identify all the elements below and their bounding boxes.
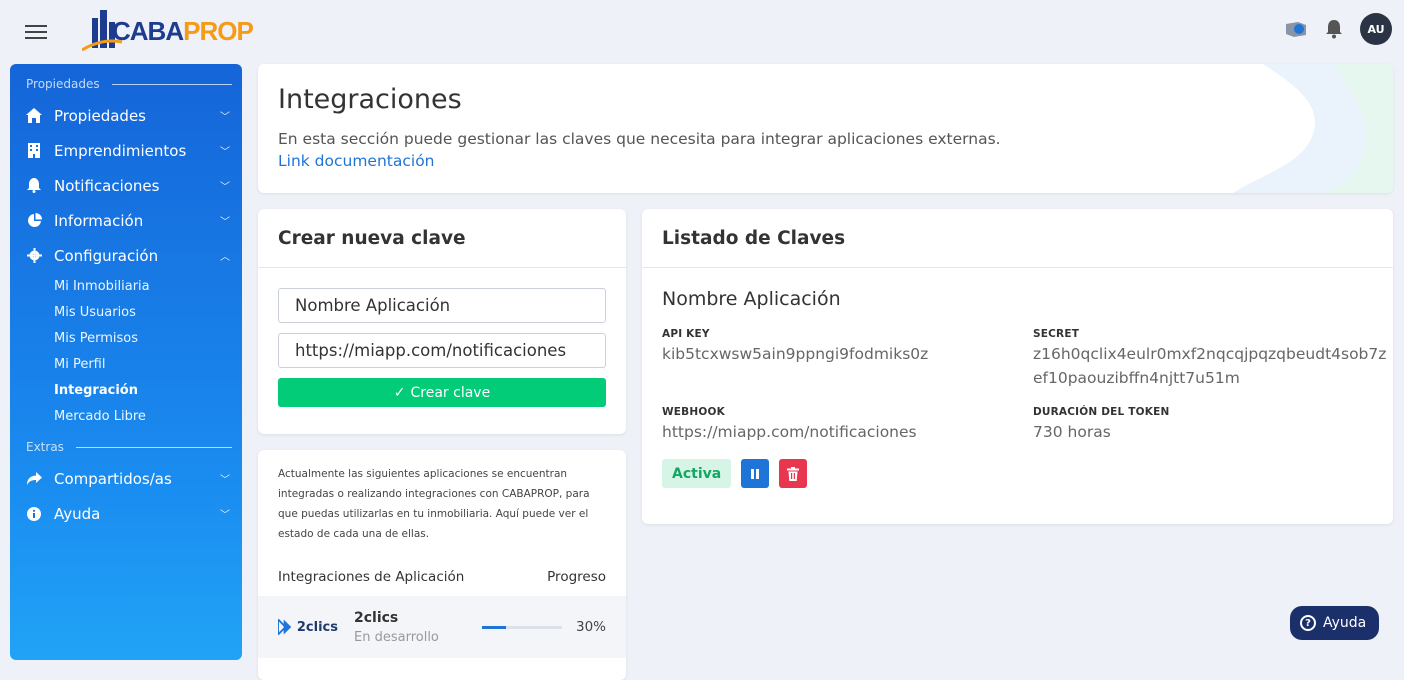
webhook-value: https://miapp.com/notificaciones <box>662 423 917 441</box>
question-icon: ? <box>1300 615 1316 631</box>
sidebar-item-propiedades[interactable]: Propiedades ﹀ <box>10 98 242 133</box>
api-key-value: kib5tcxwsw5ain9ppngi9fodmiks0z <box>662 345 929 363</box>
progress-percent: 30% <box>575 619 606 635</box>
webhook-field: WEBHOOK https://miapp.com/notificaciones <box>662 406 917 444</box>
chevron-down-icon: ﹀ <box>220 147 230 158</box>
integrations-card: Actualmente las siguientes aplicaciones … <box>258 450 626 680</box>
keys-list-card: Listado de Claves Nombre Aplicación API … <box>642 209 1393 524</box>
sidebar-item-ayuda[interactable]: Ayuda ﹀ <box>10 496 242 531</box>
logo[interactable]: CABAPROP <box>82 8 254 52</box>
bell-icon <box>26 178 42 194</box>
building-icon <box>26 143 42 159</box>
column-header-app: Integraciones de Aplicación <box>278 569 465 585</box>
bell-icon[interactable] <box>1322 17 1346 41</box>
app-logo: 2clics <box>278 619 338 635</box>
gear-icon <box>26 248 42 264</box>
column-header-progress: Progreso <box>547 569 606 585</box>
sidebar-section-title: Extras <box>10 439 242 455</box>
pause-icon <box>751 468 760 479</box>
sidebar: Propiedades Propiedades ﹀ Emprendimientos… <box>10 64 242 660</box>
sidebar-item-compartidos[interactable]: Compartidos/as ﹀ <box>10 461 242 496</box>
delete-button[interactable] <box>779 459 808 488</box>
menu-icon[interactable] <box>25 25 47 41</box>
decorative-waves <box>1233 64 1393 193</box>
sidebar-item-notificaciones[interactable]: Notificaciones ﹀ <box>10 168 242 203</box>
sidebar-subitem-mis-usuarios[interactable]: Mis Usuarios <box>10 299 242 325</box>
chevron-down-icon: ﹀ <box>220 112 230 123</box>
app-name-input[interactable]: Nombre Aplicación <box>278 288 606 323</box>
pie-chart-icon <box>26 213 42 229</box>
chevron-up-icon: ︿ <box>220 252 230 263</box>
info-icon <box>26 506 42 522</box>
secret-value: z16h0qclix4eulr0mxf2nqcqjpqzqbeudt4sob7z… <box>1033 345 1387 387</box>
create-key-button[interactable]: ✓ Crear clave <box>278 378 606 407</box>
pause-button[interactable] <box>741 459 770 488</box>
app-status: En desarrollo <box>354 629 439 645</box>
sidebar-subitem-mi-perfil[interactable]: Mi Perfil <box>10 351 242 377</box>
create-key-title: Crear nueva clave <box>258 209 626 268</box>
webhook-input[interactable]: https://miapp.com/notificaciones <box>278 333 606 368</box>
keys-list-title: Listado de Claves <box>642 209 1393 268</box>
sidebar-section-title: Propiedades <box>10 76 242 92</box>
sidebar-item-informacion[interactable]: Información ﹀ <box>10 203 242 238</box>
sidebar-subitem-integracion[interactable]: Integración <box>10 377 242 403</box>
integrations-description: Actualmente las siguientes aplicaciones … <box>278 468 590 540</box>
check-icon: ✓ <box>393 384 406 401</box>
chevron-down-icon: ﹀ <box>220 182 230 193</box>
sidebar-subitem-mi-inmobiliaria[interactable]: Mi Inmobiliaria <box>10 273 242 299</box>
logo-text: CABAPROP <box>112 16 254 46</box>
progress-fill <box>482 625 506 629</box>
token-duration-field: DURACIÓN DEL TOKEN 730 horas <box>1033 406 1169 444</box>
chevron-down-icon: ﹀ <box>220 475 230 486</box>
chevron-down-icon: ﹀ <box>220 217 230 228</box>
top-bar: CABAPROP AU <box>0 0 1404 64</box>
key-app-name: Nombre Aplicación <box>662 288 841 310</box>
sidebar-item-emprendimientos[interactable]: Emprendimientos ﹀ <box>10 133 242 168</box>
api-key-field: API KEY kib5tcxwsw5ain9ppngi9fodmiks0z <box>662 328 928 366</box>
trash-icon <box>787 466 800 481</box>
create-key-card: Crear nueva clave Nombre Aplicación http… <box>258 209 626 434</box>
help-button[interactable]: ? Ayuda <box>1290 606 1379 640</box>
sidebar-subitem-mis-permisos[interactable]: Mis Permisos <box>10 325 242 351</box>
status-badge: Activa <box>662 459 732 488</box>
avatar[interactable]: AU <box>1360 13 1392 45</box>
app-name: 2clics <box>354 609 399 626</box>
sidebar-item-configuracion[interactable]: Configuración ︿ <box>10 238 242 273</box>
documentation-link[interactable]: Link documentación <box>278 152 435 170</box>
token-duration-value: 730 horas <box>1033 423 1111 441</box>
progress-bar <box>482 625 562 629</box>
toggle-icon[interactable] <box>1284 17 1308 41</box>
secret-field: SECRET z16h0qclix4eulr0mxf2nqcqjpqzqbeud… <box>1033 328 1386 390</box>
share-icon <box>26 471 42 487</box>
page-header-card: Integraciones En esta sección puede gest… <box>258 64 1393 193</box>
sidebar-subitem-mercado-libre[interactable]: Mercado Libre <box>10 403 242 429</box>
play-icon <box>278 619 292 635</box>
table-row[interactable]: 2clics 2clics En desarrollo 30% <box>258 596 626 658</box>
chevron-down-icon: ﹀ <box>220 510 230 521</box>
home-icon <box>26 108 42 124</box>
